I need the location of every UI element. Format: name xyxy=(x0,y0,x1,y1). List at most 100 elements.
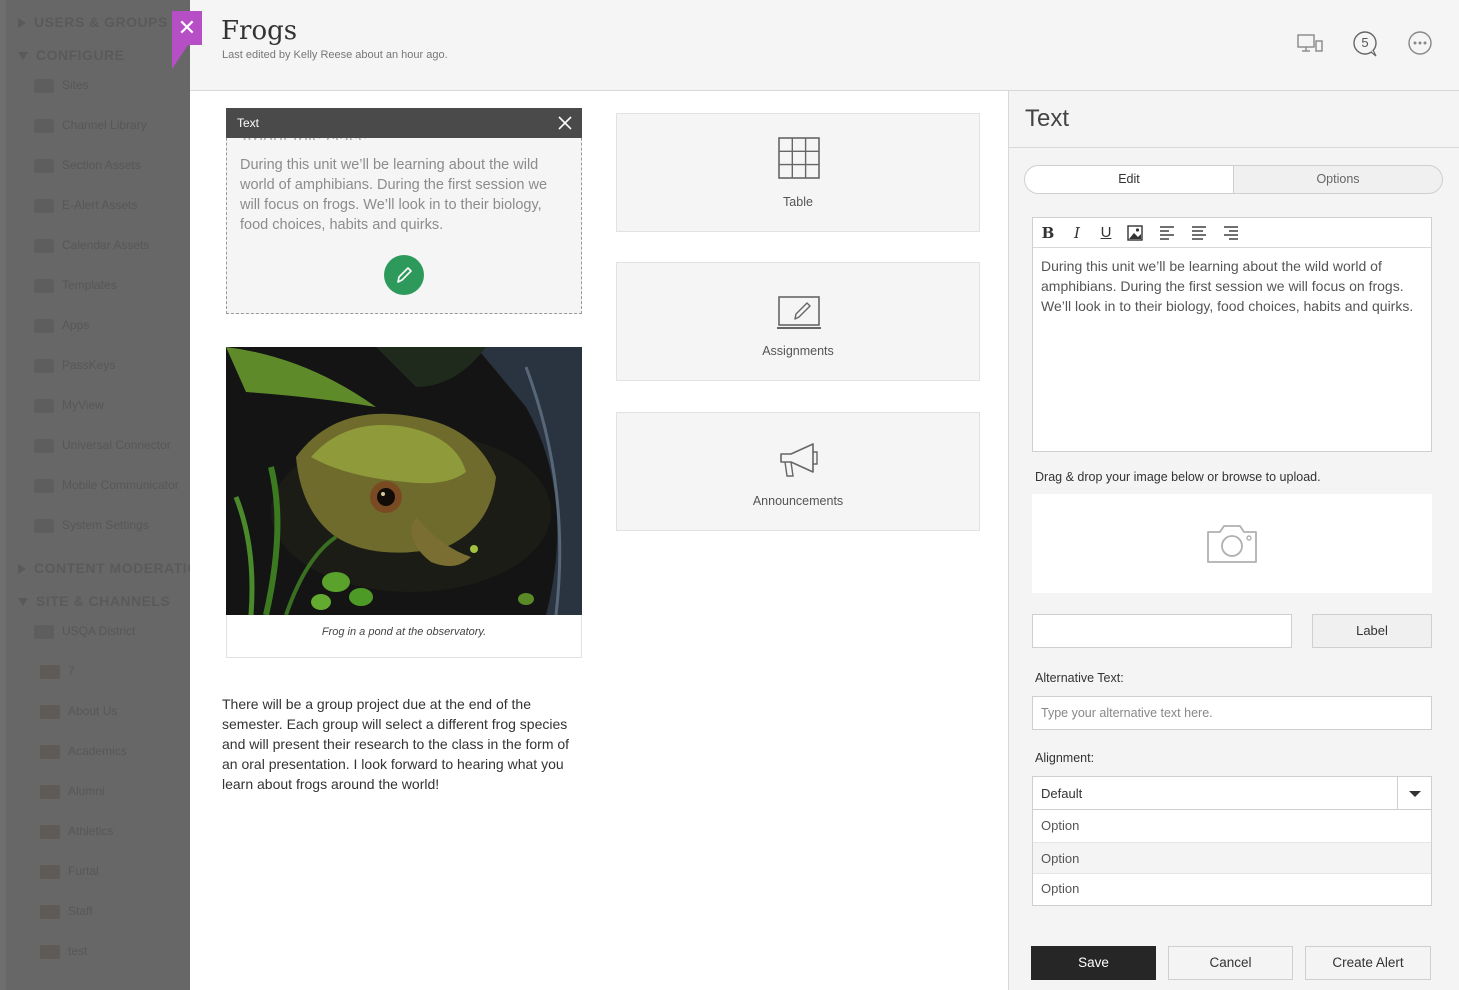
sidebar-item-myview[interactable]: MyView xyxy=(34,396,104,414)
collapse-icon xyxy=(18,52,28,61)
remove-block-icon[interactable] xyxy=(556,114,574,132)
alignment-option[interactable]: Option xyxy=(1033,873,1431,905)
table-tile[interactable]: Table xyxy=(616,113,980,232)
settings-icon xyxy=(34,518,54,533)
sidebar-item-site[interactable]: Staff xyxy=(40,902,92,920)
more-options-icon[interactable] xyxy=(1406,31,1434,57)
sidebar-item-universal-connector[interactable]: Universal Connector xyxy=(34,436,171,454)
sidebar-item-channel-library[interactable]: Channel Library xyxy=(34,116,147,134)
sidebar-item-site[interactable]: About Us xyxy=(40,702,117,720)
dropdown-toggle[interactable] xyxy=(1397,777,1431,809)
sidebar-item-e-alert-assets[interactable]: E-Alert Assets xyxy=(34,196,137,214)
sidebar-item-system-settings[interactable]: System Settings xyxy=(34,516,149,534)
assignments-tile-label: Assignments xyxy=(762,344,834,358)
insert-image-icon[interactable] xyxy=(1126,224,1144,242)
sidebar-item-site[interactable]: Athletics xyxy=(40,822,113,840)
sidebar-item-usqa-district[interactable]: USQA District xyxy=(34,622,135,640)
briefcase-icon xyxy=(40,864,60,879)
frog-photo xyxy=(226,347,582,615)
alignment-option[interactable]: Option xyxy=(1033,810,1431,842)
panel-tabs: Edit Options xyxy=(1024,165,1443,194)
body-paragraph: There will be a group project due at the… xyxy=(222,696,570,792)
image-caption: Frog in a pond at the observatory. xyxy=(321,626,487,638)
image-dropzone[interactable] xyxy=(1032,494,1432,593)
assignments-tile[interactable]: Assignments xyxy=(616,262,980,381)
briefcase-icon xyxy=(40,704,60,719)
sidebar-item-site[interactable]: Alumni xyxy=(40,782,105,800)
sidebar-item-mobile-communicator[interactable]: Mobile Communicator xyxy=(34,476,179,494)
bold-button[interactable]: B xyxy=(1039,224,1057,242)
align-right-icon[interactable] xyxy=(1222,224,1240,242)
device-preview-icon[interactable] xyxy=(1296,31,1324,57)
sidebar: USERS & GROUPS CONFIGURE Sites Channel L… xyxy=(0,0,190,990)
italic-button[interactable]: I xyxy=(1068,224,1086,242)
sidebar-section-users-groups[interactable]: USERS & GROUPS xyxy=(18,14,168,30)
save-button[interactable]: Save xyxy=(1031,946,1156,980)
sidebar-item-site[interactable]: Furtal xyxy=(40,862,99,880)
sidebar-item-templates[interactable]: Templates xyxy=(34,276,117,294)
sidebar-item-calendar-assets[interactable]: Calendar Assets xyxy=(34,236,149,254)
sidebar-item-site[interactable]: Academics xyxy=(40,742,127,760)
page-header xyxy=(190,0,1459,91)
label-button[interactable]: Label xyxy=(1312,614,1432,648)
sidebar-item-passkeys[interactable]: PassKeys xyxy=(34,356,115,374)
assignments-icon xyxy=(777,296,821,329)
calendar-icon xyxy=(34,238,54,253)
table-tile-label: Table xyxy=(783,195,813,209)
tab-options[interactable]: Options xyxy=(1234,166,1442,193)
pencil-icon xyxy=(397,267,412,283)
image-label-input[interactable] xyxy=(1032,614,1292,648)
briefcase-icon xyxy=(40,824,60,839)
briefcase-icon xyxy=(34,118,54,133)
camera-icon xyxy=(1207,525,1257,563)
sidebar-item-site[interactable]: 7 xyxy=(40,662,75,680)
align-center-icon[interactable] xyxy=(1190,224,1208,242)
sidebar-section-configure[interactable]: CONFIGURE xyxy=(18,47,125,63)
close-tab-ribbon xyxy=(172,45,188,69)
sidebar-item-site[interactable]: test xyxy=(40,942,87,960)
connector-icon xyxy=(34,438,54,453)
expand-icon xyxy=(18,564,26,575)
alignment-select[interactable]: Default xyxy=(1032,776,1432,810)
section-assets-icon xyxy=(34,158,54,173)
tab-edit[interactable]: Edit xyxy=(1025,166,1234,193)
sidebar-item-apps[interactable]: Apps xyxy=(34,316,89,334)
comments-button[interactable]: 5 xyxy=(1352,31,1378,57)
cancel-button[interactable]: Cancel xyxy=(1168,946,1293,980)
sidebar-item-sites[interactable]: Sites xyxy=(34,76,89,94)
briefcase-icon xyxy=(40,904,60,919)
sites-icon xyxy=(34,78,54,93)
sidebar-section-content-moderation[interactable]: CONTENT MODERATION xyxy=(18,560,190,576)
announcements-tile[interactable]: Announcements xyxy=(616,412,980,531)
create-alert-button[interactable]: Create Alert xyxy=(1305,946,1431,980)
close-button[interactable]: ✕ xyxy=(172,11,202,45)
mobile-icon xyxy=(34,478,54,493)
expand-icon xyxy=(18,18,26,29)
editor-content[interactable]: During this unit we’ll be learning about… xyxy=(1041,256,1423,316)
underline-button[interactable]: U xyxy=(1097,224,1115,242)
passkeys-icon xyxy=(34,358,54,373)
sidebar-item-section-assets[interactable]: Section Assets xyxy=(34,156,141,174)
sidebar-section-site-channels[interactable]: SITE & CHANNELS xyxy=(18,593,170,609)
alignment-option[interactable]: Option xyxy=(1033,842,1431,874)
frog-image xyxy=(226,347,582,615)
collapse-icon xyxy=(18,598,28,607)
announcements-tile-label: Announcements xyxy=(752,494,844,508)
alt-text-input[interactable] xyxy=(1032,696,1432,730)
alt-text-label: Alternative Text: xyxy=(1035,671,1124,685)
editor-toolbar: B I U xyxy=(1033,218,1431,248)
sidebar-overlay xyxy=(6,0,190,990)
upload-instructions: Drag & drop your image below or browse t… xyxy=(1035,470,1321,484)
panel-divider xyxy=(1009,147,1459,148)
align-left-icon[interactable] xyxy=(1158,224,1176,242)
text-block-label: Text xyxy=(237,116,260,130)
briefcase-icon xyxy=(40,784,60,799)
text-block-body: During this unit we’ll be learning about… xyxy=(240,157,548,233)
alignment-options: Option Option Option xyxy=(1032,810,1432,906)
alignment-value: Default xyxy=(1041,786,1083,801)
edit-block-button[interactable] xyxy=(384,255,424,295)
briefcase-icon xyxy=(40,664,60,679)
text-block-toolbar: Text xyxy=(226,108,582,138)
cloud-icon xyxy=(34,624,54,639)
alignment-label: Alignment: xyxy=(1035,751,1095,765)
